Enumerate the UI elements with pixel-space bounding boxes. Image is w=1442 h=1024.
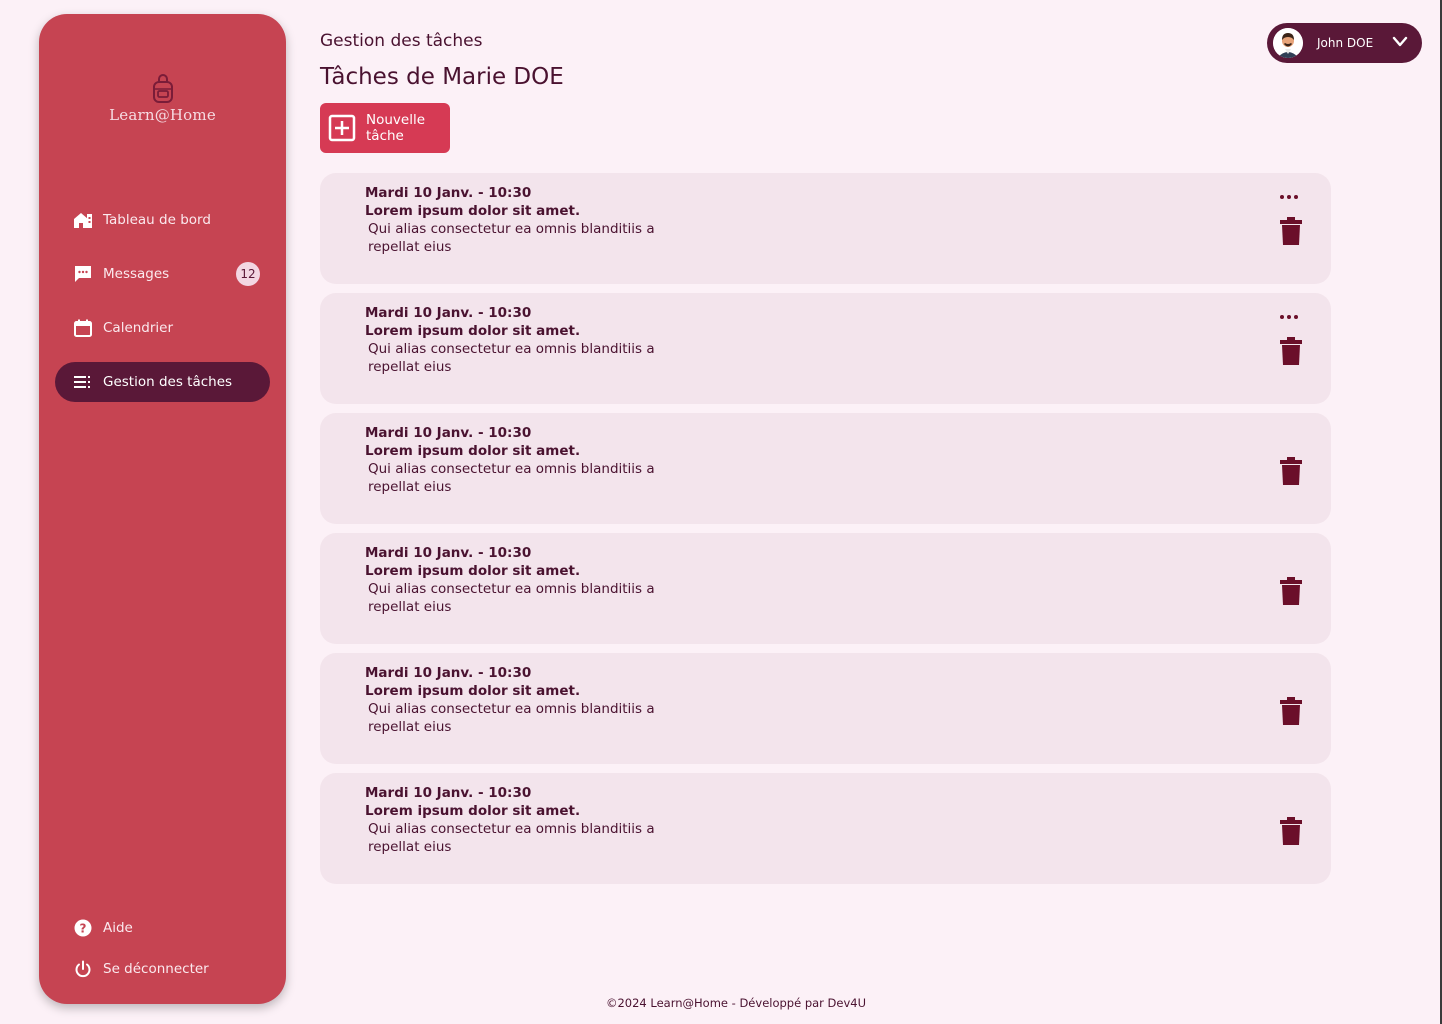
trash-icon[interactable] <box>1280 457 1302 485</box>
more-icon <box>1280 315 1298 319</box>
task-title: Lorem ipsum dolor sit amet. <box>365 443 581 459</box>
message-icon <box>73 264 93 284</box>
add-icon <box>328 114 356 142</box>
task-card[interactable]: Mardi 10 Janv. - 10:30 Lorem ipsum dolor… <box>320 413 1331 524</box>
task-description: Qui alias consectetur ea omnis blanditii… <box>368 701 655 717</box>
power-icon <box>73 959 93 979</box>
task-body: Mardi 10 Janv. - 10:30 Lorem ipsum dolor… <box>365 544 665 616</box>
task-title: Lorem ipsum dolor sit amet. <box>365 203 581 219</box>
sidebar: Learn@Home Tableau de bord Messages 12 C… <box>39 14 286 1004</box>
task-description: Qui alias consectetur ea omnis blanditii… <box>368 821 655 837</box>
trash-icon[interactable] <box>1280 697 1302 725</box>
svg-text:?: ? <box>80 922 87 936</box>
task-body: Mardi 10 Janv. - 10:30 Lorem ipsum dolor… <box>365 664 665 736</box>
task-card[interactable]: Mardi 10 Janv. - 10:30 Lorem ipsum dolor… <box>320 173 1331 284</box>
task-title: Lorem ipsum dolor sit amet. <box>365 683 581 699</box>
new-task-label-line-1: Nouvelle <box>366 112 426 128</box>
task-body: Mardi 10 Janv. - 10:30 Lorem ipsum dolor… <box>365 304 665 376</box>
sidebar-item-help[interactable]: ? Aide <box>55 908 270 948</box>
task-description: repellat eius <box>368 359 452 375</box>
more-options-button[interactable] <box>1278 308 1300 326</box>
task-body: Mardi 10 Janv. - 10:30 Lorem ipsum dolor… <box>365 184 665 256</box>
user-menu[interactable]: John DOE <box>1267 23 1422 63</box>
task-description: Qui alias consectetur ea omnis blanditii… <box>368 581 655 597</box>
task-title: Lorem ipsum dolor sit amet. <box>365 803 581 819</box>
logout-button[interactable]: Se déconnecter <box>55 949 270 989</box>
chevron-down-icon <box>1392 36 1408 47</box>
trash-icon[interactable] <box>1280 217 1302 245</box>
user-name: John DOE <box>1317 36 1374 50</box>
task-description: repellat eius <box>368 599 452 615</box>
task-card[interactable]: Mardi 10 Janv. - 10:30 Lorem ipsum dolor… <box>320 533 1331 644</box>
task-title: Lorem ipsum dolor sit amet. <box>365 563 581 579</box>
task-date: Mardi 10 Janv. - 10:30 <box>365 305 532 321</box>
task-date: Mardi 10 Janv. - 10:30 <box>365 185 532 201</box>
task-description: Qui alias consectetur ea omnis blanditii… <box>368 461 655 477</box>
unread-badge: 12 <box>236 262 260 286</box>
backpack-icon <box>152 74 173 103</box>
task-title: Lorem ipsum dolor sit amet. <box>365 323 581 339</box>
sidebar-item-calendar[interactable]: Calendrier <box>55 308 270 348</box>
task-date: Mardi 10 Janv. - 10:30 <box>365 425 532 441</box>
task-description: Qui alias consectetur ea omnis blanditii… <box>368 221 655 237</box>
sidebar-item-label: Se déconnecter <box>103 961 209 977</box>
task-card[interactable]: Mardi 10 Janv. - 10:30 Lorem ipsum dolor… <box>320 653 1331 764</box>
task-date: Mardi 10 Janv. - 10:30 <box>365 785 532 801</box>
avatar <box>1273 28 1303 58</box>
sidebar-item-messages[interactable]: Messages 12 <box>55 254 270 294</box>
trash-icon[interactable] <box>1280 577 1302 605</box>
task-description: repellat eius <box>368 239 452 255</box>
task-date: Mardi 10 Janv. - 10:30 <box>365 665 532 681</box>
sidebar-item-label: Aide <box>103 920 133 936</box>
breadcrumb: Gestion des tâches <box>320 31 483 51</box>
task-description: repellat eius <box>368 719 452 735</box>
sidebar-item-tasks[interactable]: Gestion des tâches <box>55 362 270 402</box>
footer: ©2024 Learn@Home - Développé par Dev4U <box>605 996 867 1010</box>
new-task-label-line-2: tâche <box>366 128 404 144</box>
logo-text: Learn@Home <box>109 106 216 124</box>
trash-icon[interactable] <box>1280 817 1302 845</box>
task-description: repellat eius <box>368 479 452 495</box>
page-title: Tâches de Marie DOE <box>320 64 564 90</box>
task-body: Mardi 10 Janv. - 10:30 Lorem ipsum dolor… <box>365 784 665 856</box>
help-icon: ? <box>73 918 93 938</box>
task-description: repellat eius <box>368 839 452 855</box>
sidebar-item-label: Gestion des tâches <box>103 374 233 390</box>
sidebar-item-dashboard[interactable]: Tableau de bord <box>55 200 270 240</box>
sidebar-item-label: Messages <box>103 266 170 282</box>
new-task-label: Nouvelle tâche <box>366 112 425 144</box>
sidebar-item-label: Calendrier <box>103 320 174 336</box>
calendar-icon <box>73 318 93 338</box>
home-icon <box>73 210 93 230</box>
list-icon <box>73 372 93 392</box>
more-options-button[interactable] <box>1278 188 1300 206</box>
logo[interactable]: Learn@Home <box>39 74 286 124</box>
task-card[interactable]: Mardi 10 Janv. - 10:30 Lorem ipsum dolor… <box>320 293 1331 404</box>
task-body: Mardi 10 Janv. - 10:30 Lorem ipsum dolor… <box>365 424 665 496</box>
task-card[interactable]: Mardi 10 Janv. - 10:30 Lorem ipsum dolor… <box>320 773 1331 884</box>
task-date: Mardi 10 Janv. - 10:30 <box>365 545 532 561</box>
new-task-button[interactable]: Nouvelle tâche <box>320 103 450 153</box>
more-icon <box>1280 195 1298 199</box>
trash-icon[interactable] <box>1280 337 1302 365</box>
task-description: Qui alias consectetur ea omnis blanditii… <box>368 341 655 357</box>
task-list: Mardi 10 Janv. - 10:30 Lorem ipsum dolor… <box>320 173 1331 893</box>
sidebar-item-label: Tableau de bord <box>103 212 211 228</box>
